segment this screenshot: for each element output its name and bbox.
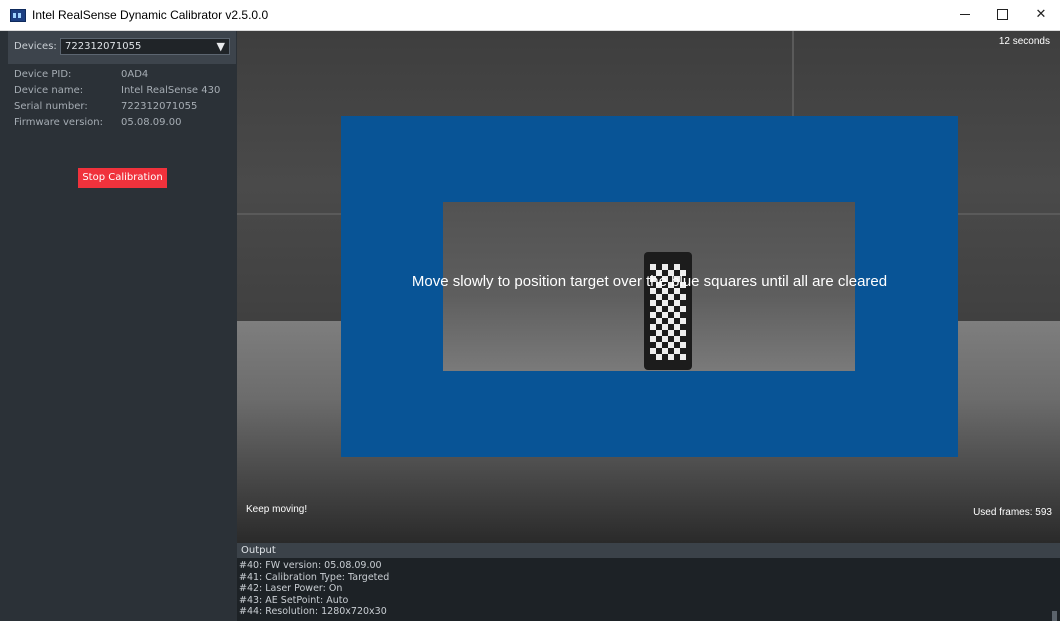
firmware-version-label: Firmware version: <box>14 117 104 128</box>
close-button[interactable]: ✕ <box>1023 0 1059 30</box>
serial-number-value: 722312071055 <box>121 101 198 112</box>
instruction-text: Move slowly to position target over the … <box>411 273 888 290</box>
timer-text: 12 seconds <box>998 36 1050 47</box>
maximize-button[interactable] <box>984 0 1020 30</box>
log-line: #44: Resolution: 1280x720x30 <box>239 606 387 617</box>
stop-calibration-button[interactable]: Stop Calibration <box>78 168 167 188</box>
log-line: #43: AE SetPoint: Auto <box>239 594 349 606</box>
close-icon: ✕ <box>1035 7 1047 22</box>
selected-device: 722312071055 <box>65 41 142 52</box>
output-title: Output <box>237 543 1060 558</box>
sidebar: Devices: 722312071055 ▼ Device PID: 0AD4… <box>8 31 236 621</box>
maximize-icon <box>996 9 1008 20</box>
app-icon <box>10 9 26 22</box>
camera-view: Move slowly to position target over the … <box>237 31 1060 543</box>
output-log[interactable]: #40: FW version: 05.08.09.00 #41: Calibr… <box>237 560 1047 618</box>
output-scrollbar[interactable] <box>1052 611 1057 621</box>
calibration-target <box>644 252 692 370</box>
title-bar: Intel RealSense Dynamic Calibrator v2.5.… <box>0 0 1060 31</box>
device-select[interactable]: 722312071055 ▼ <box>60 38 230 55</box>
serial-number-label: Serial number: <box>14 101 88 112</box>
window-title: Intel RealSense Dynamic Calibrator v2.5.… <box>32 8 269 22</box>
devices-label: Devices: <box>14 41 57 52</box>
used-frames-text: Used frames: 593 <box>973 507 1052 518</box>
minimize-icon <box>960 14 970 15</box>
minimize-button[interactable] <box>947 0 983 30</box>
device-name-value: Intel RealSense 430 <box>121 85 221 96</box>
device-pid-value: 0AD4 <box>121 69 149 80</box>
firmware-version-value: 05.08.09.00 <box>121 117 182 128</box>
output-panel: Output #40: FW version: 05.08.09.00 #41:… <box>237 543 1060 621</box>
device-pid-label: Device PID: <box>14 69 72 80</box>
log-line: #40: FW version: 05.08.09.00 <box>239 560 382 571</box>
device-name-label: Device name: <box>14 85 84 96</box>
chevron-down-icon: ▼ <box>216 40 225 53</box>
status-text: Keep moving! <box>246 504 308 515</box>
devices-row: Devices: 722312071055 ▼ <box>8 31 236 64</box>
log-line: #42: Laser Power: On <box>239 583 343 594</box>
log-line: #41: Calibration Type: Targeted <box>239 571 390 583</box>
